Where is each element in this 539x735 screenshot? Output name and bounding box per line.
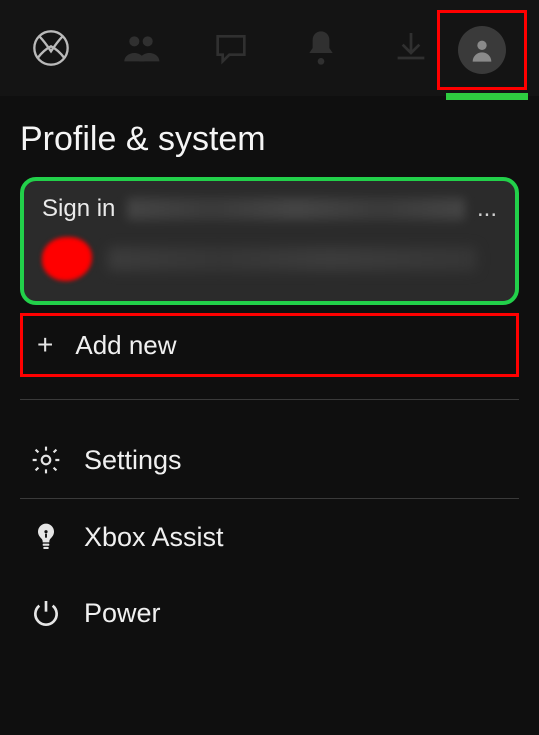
person-icon: [468, 36, 496, 64]
lightbulb-icon: [28, 519, 64, 555]
capture-icon[interactable]: [376, 13, 446, 83]
menu-item-xbox-assist[interactable]: Xbox Assist: [20, 499, 519, 575]
menu-item-settings[interactable]: Settings: [20, 422, 519, 498]
menu-item-power[interactable]: Power: [20, 575, 519, 651]
notifications-icon[interactable]: [286, 13, 356, 83]
multiplayer-icon[interactable]: [106, 13, 176, 83]
profile-avatar-circle: [458, 26, 506, 74]
signin-account-name-redacted: [127, 198, 465, 220]
divider: [20, 399, 519, 400]
account-avatar-redacted: [42, 237, 92, 281]
account-email-redacted: [108, 247, 477, 271]
page-title: Profile & system: [20, 120, 519, 159]
power-label: Power: [84, 598, 161, 629]
add-new-button[interactable]: + Add new: [20, 313, 519, 377]
plus-icon: +: [37, 329, 53, 361]
profile-tab[interactable]: [437, 10, 527, 90]
power-icon: [28, 595, 64, 631]
signin-account-row[interactable]: [42, 237, 497, 281]
top-tab-bar: [0, 0, 539, 96]
signin-header-row: Sign in ...: [42, 195, 497, 223]
active-tab-indicator: [446, 93, 528, 100]
settings-label: Settings: [84, 445, 182, 476]
chat-icon[interactable]: [196, 13, 266, 83]
gear-icon: [28, 442, 64, 478]
signin-label: Sign in: [42, 195, 115, 223]
xbox-logo-icon[interactable]: [16, 13, 86, 83]
content-area: Profile & system Sign in ... + Add new S…: [0, 96, 539, 651]
ellipsis: ...: [477, 195, 497, 223]
xbox-assist-label: Xbox Assist: [84, 522, 224, 553]
add-new-label: Add new: [75, 330, 176, 361]
signin-card[interactable]: Sign in ...: [20, 177, 519, 305]
